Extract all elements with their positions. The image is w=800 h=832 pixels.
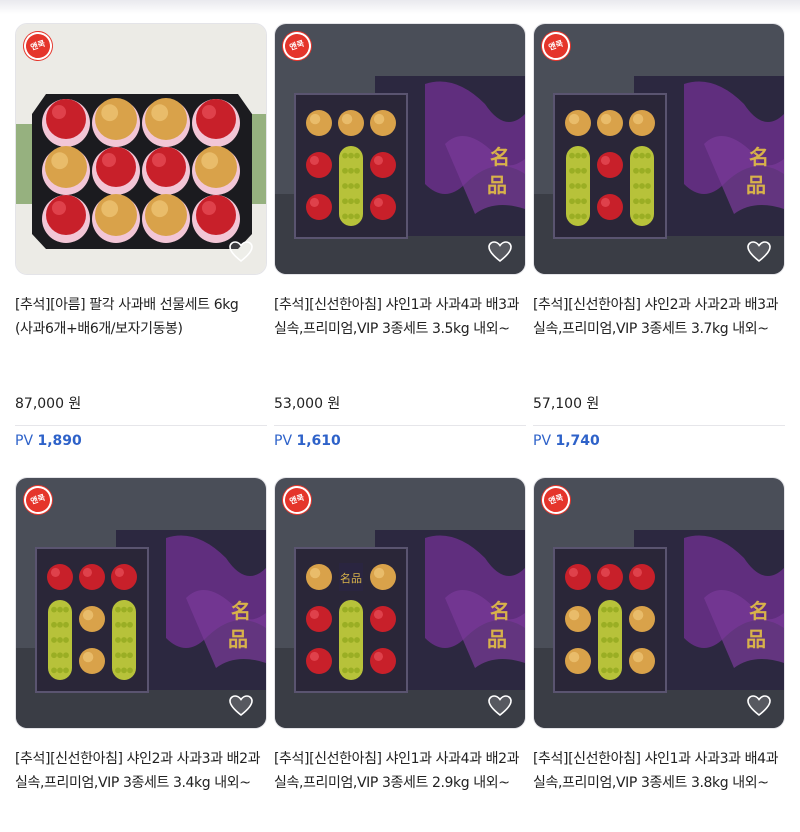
top-fade — [0, 0, 800, 14]
svg-text:品: 品 — [746, 627, 766, 651]
product-price: 53,000 원 — [274, 396, 341, 412]
svg-text:名: 名 — [490, 145, 510, 169]
pv-value: 1,740 — [555, 433, 600, 449]
product-card[interactable]: 앤쿡 [추석][아름] 팔각 사과배 선물세트 6kg (사과6개+배6개/보자… — [15, 23, 267, 449]
heart-outline-icon[interactable] — [487, 240, 513, 264]
pv-label: PV — [274, 433, 293, 449]
divider — [15, 425, 267, 426]
product-image[interactable]: 名 品 앤쿡 — [15, 477, 267, 729]
heart-outline-icon[interactable] — [487, 694, 513, 718]
heart-outline-icon[interactable] — [746, 240, 772, 264]
product-title[interactable]: [추석][신선한아침] 샤인2과 사과3과 배2과 실속,프리미엄,VIP 3종… — [15, 747, 267, 795]
pv-points: PV 1,740 — [533, 433, 600, 449]
svg-text:名: 名 — [749, 145, 769, 169]
product-image[interactable]: 名 品 앤쿡 — [533, 477, 785, 729]
product-image[interactable]: 名 品 名品 앤쿡 — [274, 477, 526, 729]
product-card[interactable]: 名 品 名品 앤쿡 [추석][신선한아침] 샤인1과 사과4과 배2과 실속,프… — [274, 477, 526, 791]
pv-label: PV — [533, 433, 552, 449]
svg-text:名: 名 — [490, 599, 510, 623]
product-title[interactable]: [추석][아름] 팔각 사과배 선물세트 6kg (사과6개+배6개/보자기동봉… — [15, 293, 267, 341]
product-card[interactable]: 名 品 앤쿡 [추석][신선한아침] 샤인1과 사과3과 배4과 실속,프리미엄… — [533, 477, 785, 791]
product-image[interactable]: 名 品 앤쿡 — [533, 23, 785, 275]
product-title[interactable]: [추석][신선한아침] 샤인2과 사과2과 배3과 실속,프리미엄,VIP 3종… — [533, 293, 785, 341]
product-price: 87,000 원 — [15, 396, 82, 412]
product-card[interactable]: 名 品 앤쿡 [추석][신선한아침] 샤인2과 사과2과 배3과 실속,프리미엄… — [533, 23, 785, 449]
heart-outline-icon[interactable] — [228, 694, 254, 718]
divider — [274, 425, 526, 426]
heart-outline-icon[interactable] — [746, 694, 772, 718]
product-price: 57,100 원 — [533, 396, 600, 412]
product-title[interactable]: [추석][신선한아침] 샤인1과 사과4과 배2과 실속,프리미엄,VIP 3종… — [274, 747, 526, 795]
heart-outline-icon[interactable] — [228, 240, 254, 264]
pv-points: PV 1,890 — [15, 433, 82, 449]
pv-value: 1,610 — [296, 433, 341, 449]
pv-value: 1,890 — [37, 433, 82, 449]
svg-text:名: 名 — [749, 599, 769, 623]
svg-text:品: 品 — [487, 173, 507, 197]
product-title[interactable]: [추석][신선한아침] 샤인1과 사과4과 배3과 실속,프리미엄,VIP 3종… — [274, 293, 526, 341]
pv-label: PV — [15, 433, 34, 449]
svg-text:名品: 名品 — [340, 571, 362, 585]
svg-text:品: 品 — [487, 627, 507, 651]
pv-points: PV 1,610 — [274, 433, 341, 449]
product-card[interactable]: 名 品 앤쿡 [추석][신선한아침] 샤인2과 사과3과 배2과 실속,프리미엄… — [15, 477, 267, 791]
product-title[interactable]: [추석][신선한아침] 샤인1과 사과3과 배4과 실속,프리미엄,VIP 3종… — [533, 747, 785, 795]
svg-text:品: 品 — [228, 627, 248, 651]
svg-text:品: 品 — [746, 173, 766, 197]
svg-text:名: 名 — [231, 599, 251, 623]
divider — [533, 425, 785, 426]
product-card[interactable]: 名 品 앤쿡 [추석][신선한아침] 샤인1과 사과4과 배3과 실속,프리미엄… — [274, 23, 526, 449]
product-image[interactable]: 앤쿡 — [15, 23, 267, 275]
product-image[interactable]: 名 品 앤쿡 — [274, 23, 526, 275]
